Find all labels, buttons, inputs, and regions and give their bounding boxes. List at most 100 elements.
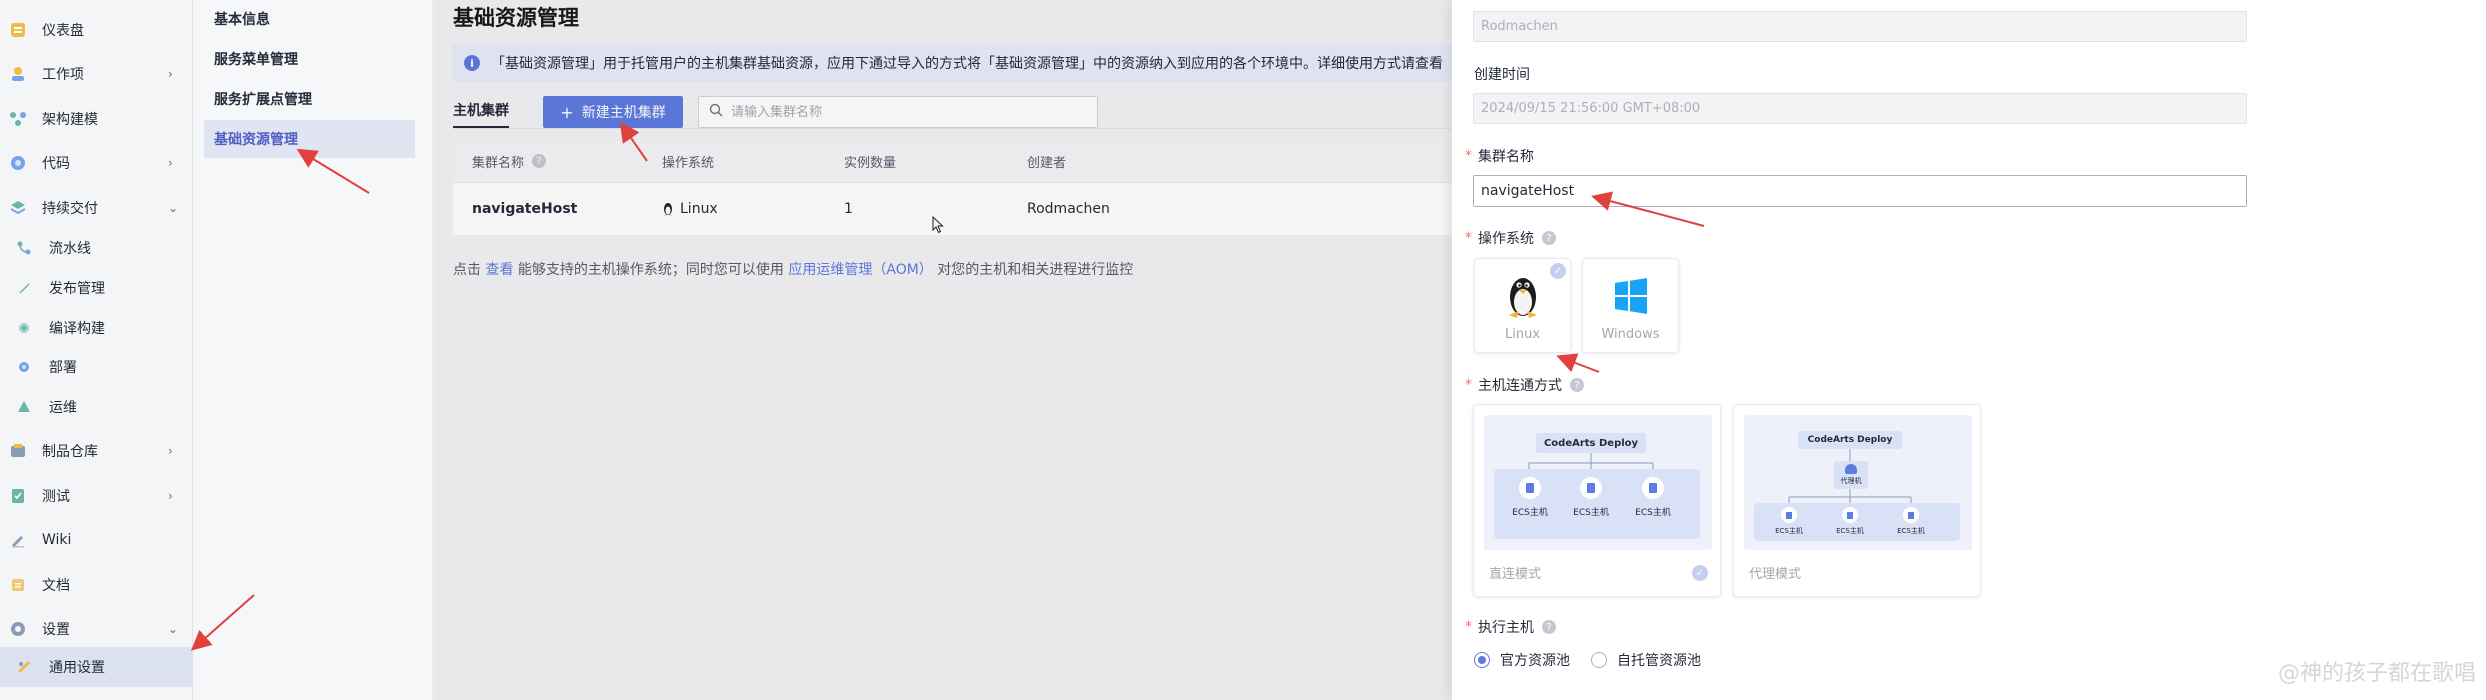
exec-host-label: * 执行主机 ? — [1465, 617, 1556, 637]
nav-item-release[interactable]: 发布管理 — [0, 268, 193, 308]
nav-label: 通用设置 — [49, 660, 105, 676]
nav-item-build[interactable]: 编译构建 — [0, 308, 193, 348]
column-header-cluster-name: 集群名称 ? — [472, 140, 547, 182]
nav-item-dashboard[interactable]: 仪表盘 — [0, 10, 193, 50]
nav-item-settings[interactable]: 设置 ⌄ — [0, 609, 193, 649]
nav-label: 持续交付 — [42, 201, 98, 217]
linux-icon — [662, 202, 674, 216]
help-icon[interactable]: ? — [1542, 620, 1556, 634]
search-icon — [709, 103, 723, 121]
nav-label: 部署 — [49, 360, 77, 376]
subnav-label: 服务扩展点管理 — [214, 92, 312, 108]
nav-label: 仪表盘 — [42, 23, 84, 39]
os-option-linux[interactable]: ✓ Linux — [1474, 258, 1571, 353]
settings-icon — [8, 619, 28, 639]
footer-note-middle: 能够支持的主机操作系统；同时您可以使用 — [517, 262, 784, 278]
connect-option-label: 代理模式 — [1749, 567, 1802, 582]
exec-host-selfhosted-radio[interactable]: 自托管资源池 — [1591, 650, 1701, 670]
subnav-service-menu[interactable]: 服务菜单管理 — [204, 40, 415, 78]
cell-creator: Rodmachen — [1027, 200, 1110, 217]
created-time-field: 2024/09/15 21:56:00 GMT+08:00 — [1473, 93, 2247, 124]
nav-item-architecture[interactable]: 架构建模 — [0, 99, 193, 139]
left-navigation: 仪表盘 工作项 › 架构建模 代码 › 持续交付 ⌄ 流水线 发布管理 编译构建… — [0, 0, 193, 700]
nav-item-artifact[interactable]: 制品仓库 › — [0, 431, 193, 471]
cluster-name-label: * 集群名称 — [1465, 146, 1534, 166]
nav-label: 测试 — [42, 489, 70, 505]
deploy-icon — [16, 359, 32, 375]
os-option-windows[interactable]: Windows — [1582, 258, 1679, 353]
subnav-basic-info[interactable]: 基本信息 — [204, 0, 415, 38]
nav-label: Wiki — [42, 532, 72, 548]
column-header-label: 集群名称 — [472, 155, 525, 171]
cluster-name-input[interactable] — [1473, 175, 2247, 207]
nav-item-code[interactable]: 代码 › — [0, 143, 193, 183]
host-node: ECS主机 — [1893, 507, 1929, 536]
nav-item-wiki[interactable]: Wiki — [0, 520, 193, 560]
chevron-right-icon: › — [168, 67, 173, 81]
check-icon: ✓ — [1550, 263, 1566, 279]
workitem-icon — [8, 64, 28, 84]
new-host-cluster-drawer: Rodmachen 创建时间 2024/09/15 21:56:00 GMT+0… — [1452, 0, 2486, 700]
aom-link[interactable]: 应用运维管理（AOM） — [788, 262, 932, 278]
tab-divider — [453, 128, 1452, 129]
general-settings-icon — [16, 659, 32, 675]
connect-mode-label: * 主机连通方式 ? — [1465, 375, 1584, 395]
direct-mode-diagram: CodeArts Deploy ECS主机 ECS主机 ECS主机 — [1484, 415, 1712, 550]
main-content: 基础资源管理 i 「基础资源管理」用于托管用户的主机集群基础资源，应用下通过导入… — [434, 0, 1452, 700]
view-supported-os-link[interactable]: 查看 — [485, 262, 513, 278]
nav-label: 流水线 — [49, 241, 91, 257]
info-banner-text: 「基础资源管理」用于托管用户的主机集群基础资源，应用下通过导入的方式将「基础资源… — [491, 56, 1443, 72]
nav-item-workitem[interactable]: 工作项 › — [0, 54, 193, 94]
wiki-icon — [8, 530, 28, 550]
nav-item-ops[interactable]: 运维 — [0, 387, 193, 427]
cell-os: Linux — [662, 182, 718, 235]
connect-option-direct[interactable]: CodeArts Deploy ECS主机 ECS主机 ECS主机 直连模式 ✓ — [1473, 404, 1721, 597]
dashboard-icon — [8, 20, 28, 40]
subnav-basic-resources[interactable]: 基础资源管理 — [204, 120, 415, 158]
linux-tux-icon — [1505, 273, 1541, 319]
nav-label: 代码 — [42, 156, 70, 172]
help-icon[interactable]: ? — [532, 154, 547, 168]
info-banner: i 「基础资源管理」用于托管用户的主机集群基础资源，应用下通过导入的方式将「基础… — [452, 44, 1452, 82]
watermark: @神的孩子都在歌唱 — [2278, 661, 2477, 686]
mouse-cursor-icon — [932, 215, 944, 238]
nav-item-general-settings[interactable]: 通用设置 — [0, 647, 193, 687]
help-icon[interactable]: ? — [1570, 378, 1584, 392]
subnav-label: 服务菜单管理 — [214, 52, 298, 68]
table-header — [453, 140, 1452, 182]
windows-logo-icon — [1613, 273, 1649, 319]
new-host-cluster-button[interactable]: + 新建主机集群 — [543, 96, 683, 128]
host-node: ECS主机 — [1771, 507, 1807, 536]
radio-checked-icon — [1474, 652, 1490, 668]
host-node: ECS主机 — [1569, 477, 1613, 518]
pipeline-icon — [16, 240, 32, 256]
connect-option-proxy[interactable]: CodeArts Deploy 代理机 ECS主机 ECS主机 ECS主机 代理… — [1733, 404, 1981, 597]
required-mark: * — [1465, 230, 1472, 246]
nav-item-delivery[interactable]: 持续交付 ⌄ — [0, 188, 193, 228]
exec-host-official-radio[interactable]: 官方资源池 — [1474, 650, 1570, 670]
info-icon: i — [464, 55, 480, 71]
cell-cluster-name[interactable]: navigateHost — [472, 182, 577, 235]
nav-item-pipeline[interactable]: 流水线 — [0, 228, 193, 268]
nav-label: 编译构建 — [49, 321, 105, 337]
column-header-label: 操作系统 — [662, 155, 715, 171]
architecture-icon — [8, 109, 28, 129]
radio-label: 官方资源池 — [1500, 653, 1570, 669]
nav-item-docs[interactable]: 文档 — [0, 565, 193, 605]
cell-instances: 1 — [844, 200, 853, 217]
host-node-label: ECS主机 — [1897, 527, 1925, 535]
nav-item-test[interactable]: 测试 › — [0, 476, 193, 516]
help-icon[interactable]: ? — [1542, 231, 1556, 245]
footer-note-suffix: 对您的主机和相关进程进行监控 — [937, 262, 1134, 278]
cluster-search-input[interactable] — [731, 104, 1071, 120]
nav-label: 运维 — [49, 400, 77, 416]
host-node-label: ECS主机 — [1775, 527, 1803, 535]
os-label-text: 操作系统 — [1478, 231, 1534, 247]
ops-icon — [16, 399, 32, 415]
cluster-search-box[interactable] — [698, 96, 1098, 128]
subnav-service-extension[interactable]: 服务扩展点管理 — [204, 80, 415, 118]
chevron-right-icon: › — [168, 156, 173, 170]
chevron-down-icon: ⌄ — [168, 622, 179, 636]
tab-host-clusters[interactable]: 主机集群 — [453, 100, 509, 120]
nav-item-deploy[interactable]: 部署 — [0, 347, 193, 387]
